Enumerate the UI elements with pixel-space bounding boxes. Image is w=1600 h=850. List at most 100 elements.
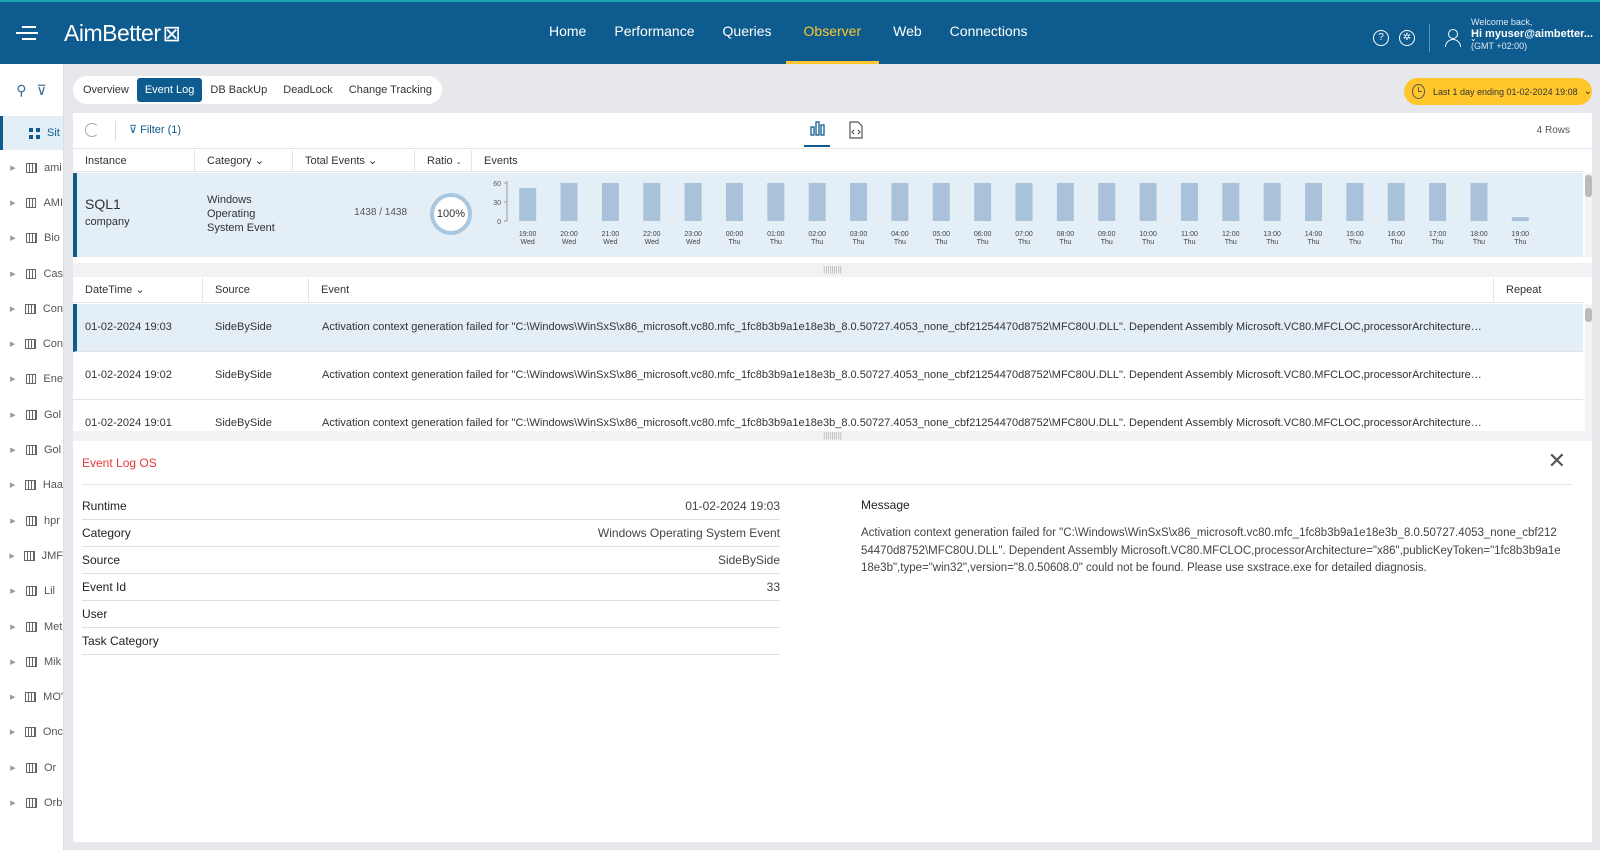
expand-arrow-icon[interactable]: ▶ <box>0 552 24 560</box>
expand-arrow-icon[interactable]: ▶ <box>0 305 25 313</box>
nav-queries[interactable]: Queries <box>709 2 786 64</box>
col-ratio[interactable]: Ratio ⌄ <box>415 150 472 172</box>
expand-arrow-icon[interactable]: ▶ <box>0 693 25 701</box>
close-icon[interactable]: ✕ <box>1548 450 1566 472</box>
sidebar-item[interactable]: ▶ Onc <box>0 715 63 750</box>
col-event[interactable]: Event <box>309 278 1494 303</box>
col-category-label: Category <box>207 155 252 167</box>
expand-arrow-icon[interactable]: ▶ <box>0 481 25 489</box>
expand-arrow-icon[interactable]: ▶ <box>0 799 26 807</box>
sidebar-item[interactable]: ▶ Haa <box>0 468 63 503</box>
expand-arrow-icon[interactable]: ▶ <box>0 234 26 242</box>
expand-arrow-icon[interactable]: ▶ <box>0 658 26 666</box>
event-bar <box>1346 183 1364 221</box>
prop-value: Windows Operating System Event <box>597 526 780 540</box>
event-bar <box>519 188 537 221</box>
expand-arrow-icon[interactable]: ▶ <box>0 623 26 631</box>
panel-splitter[interactable]: ||||||||| <box>73 263 1592 277</box>
search-icon[interactable]: ⚲ <box>16 82 26 99</box>
expand-arrow-icon[interactable]: ▶ <box>0 199 26 207</box>
instance-row[interactable]: SQL1 company Windows Operating System Ev… <box>73 173 1583 257</box>
sidebar-item[interactable]: ▶ Con <box>0 326 63 361</box>
server-icon <box>26 762 37 773</box>
server-icon <box>26 233 37 244</box>
sidebar-item[interactable]: ▶ Cas <box>0 256 63 291</box>
nav-connections[interactable]: Connections <box>936 2 1042 64</box>
expand-arrow-icon[interactable]: ▶ <box>0 375 26 383</box>
expand-arrow-icon[interactable]: ▶ <box>0 340 25 348</box>
expand-arrow-icon[interactable]: ▶ <box>0 764 26 772</box>
tab-change-tracking[interactable]: Change Tracking <box>341 78 440 102</box>
details-splitter[interactable]: ||||||||| <box>73 431 1592 441</box>
sidebar-item[interactable]: ▶ Con <box>0 291 63 326</box>
expand-arrow-icon[interactable]: ▶ <box>0 728 25 736</box>
event-source: SideBySide <box>215 369 272 381</box>
nav-performance[interactable]: Performance <box>600 2 708 64</box>
col-total-events[interactable]: Total Events ⌄ <box>293 150 415 172</box>
tab-deadlock[interactable]: DeadLock <box>275 78 341 102</box>
refresh-icon[interactable] <box>85 123 99 137</box>
filter-icon[interactable]: ⊽ <box>37 82 47 99</box>
col-datetime[interactable]: DateTime ⌄ <box>73 278 203 303</box>
bar-chart-view-icon[interactable] <box>804 119 830 147</box>
server-icon <box>25 374 37 385</box>
sidebar-item[interactable]: ▶ JMF <box>0 538 63 573</box>
help-icon[interactable]: ? <box>1373 30 1389 46</box>
expand-arrow-icon[interactable]: ▶ <box>0 411 26 419</box>
col-source[interactable]: Source <box>203 278 309 303</box>
toolbar-divider <box>115 121 116 141</box>
x-tick-time: 08:00 <box>1057 231 1075 238</box>
tab-event-log[interactable]: Event Log <box>136 78 203 102</box>
event-bar <box>1015 183 1033 221</box>
nav-web[interactable]: Web <box>879 2 936 64</box>
expand-arrow-icon[interactable]: ▶ <box>0 446 26 454</box>
sidebar-item[interactable]: ▶ hpr <box>0 503 63 538</box>
expand-arrow-icon[interactable]: ▶ <box>0 587 26 595</box>
col-category[interactable]: Category ⌄ <box>195 150 293 172</box>
user-menu[interactable]: Welcome back, Hi myuser@aimbetter... (GM… <box>1471 16 1593 52</box>
expand-arrow-icon[interactable]: ▶ <box>0 164 26 172</box>
sidebar-item[interactable]: ▶ Bio <box>0 221 63 256</box>
menu-toggle-icon[interactable] <box>16 22 38 44</box>
sidebar-item[interactable]: ▶ Ene <box>0 362 63 397</box>
x-tick-day: Thu <box>728 239 740 246</box>
sidebar-item[interactable]: ▶ Gol <box>0 432 63 467</box>
expand-arrow-icon[interactable]: ▶ <box>0 517 26 525</box>
user-icon[interactable] <box>1444 29 1461 47</box>
x-tick-day: Wed <box>645 239 659 246</box>
prop-value: 01-02-2024 19:03 <box>685 499 780 513</box>
sidebar-item[interactable]: ▶ Orb <box>0 785 63 820</box>
sidebar-item-sites[interactable]: Sit <box>0 116 63 150</box>
event-datetime: 01-02-2024 19:03 <box>85 321 172 333</box>
x-tick-time: 22:00 <box>643 231 661 238</box>
sidebar-item[interactable]: ▶ ami <box>0 150 63 185</box>
filter-button[interactable]: ⊽ Filter (1) <box>129 123 181 136</box>
tab-db-backup[interactable]: DB BackUp <box>202 78 275 102</box>
time-range-picker[interactable]: Last 1 day ending 01-02-2024 19:08 ⌄ <box>1404 78 1592 105</box>
code-view-icon[interactable] <box>843 121 869 145</box>
sidebar-item[interactable]: ▶ Or <box>0 750 63 785</box>
sidebar-item[interactable]: ▶ AMI <box>0 185 63 220</box>
event-row[interactable]: 01-02-2024 19:01 SideBySide Activation c… <box>73 400 1583 431</box>
events-scrollbar[interactable] <box>1585 304 1592 431</box>
col-repeat[interactable]: Repeat <box>1494 278 1583 303</box>
server-icon <box>25 480 36 491</box>
sidebar-item[interactable]: ▶ MO' <box>0 679 63 714</box>
sidebar-item[interactable]: ▶ Lil <box>0 574 63 609</box>
gear-icon[interactable]: ✲ <box>1399 30 1415 46</box>
event-bar <box>684 183 702 221</box>
instances-scroll-thumb[interactable] <box>1585 175 1592 197</box>
sidebar-item[interactable]: ▶ Gol <box>0 397 63 432</box>
brand-logo[interactable]: AimBetter⊠ <box>64 20 181 47</box>
col-instance[interactable]: Instance <box>73 150 195 172</box>
event-row[interactable]: 01-02-2024 19:03 SideBySide Activation c… <box>73 304 1583 352</box>
event-row[interactable]: 01-02-2024 19:02 SideBySide Activation c… <box>73 352 1583 400</box>
sidebar-item[interactable]: ▶ Met <box>0 609 63 644</box>
nav-observer[interactable]: Observer <box>785 2 880 64</box>
nav-home[interactable]: Home <box>535 2 600 64</box>
tab-overview[interactable]: Overview <box>75 78 137 102</box>
events-scroll-thumb[interactable] <box>1585 308 1592 322</box>
expand-arrow-icon[interactable]: ▶ <box>0 270 26 278</box>
sidebar-item[interactable]: ▶ Mik <box>0 644 63 679</box>
col-datetime-label: DateTime <box>85 284 133 296</box>
